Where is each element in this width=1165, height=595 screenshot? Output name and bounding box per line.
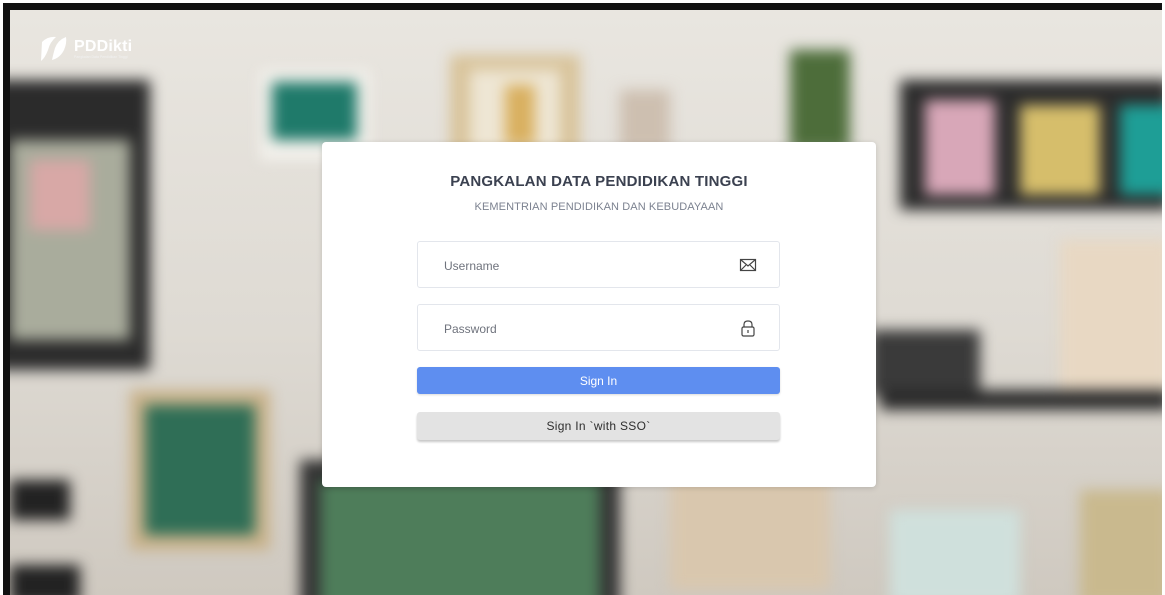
lock-icon xyxy=(741,320,755,337)
envelope-icon xyxy=(739,258,757,272)
username-field[interactable] xyxy=(417,241,780,289)
password-field[interactable] xyxy=(417,304,780,352)
sign-in-sso-button[interactable]: Sign In `with SSO` xyxy=(417,412,780,440)
username-input[interactable] xyxy=(442,242,716,289)
sign-in-button[interactable]: Sign In xyxy=(417,367,780,394)
password-input[interactable] xyxy=(442,305,716,352)
pddikti-logo-icon xyxy=(41,36,67,61)
login-card: PANGKALAN DATA PENDIDIKAN TINGGI KEMENTR… xyxy=(322,142,876,487)
pddikti-logo: PDDikti Pangkalan Data Pendidikan Tinggi xyxy=(38,34,132,64)
login-title: PANGKALAN DATA PENDIDIKAN TINGGI xyxy=(450,173,748,190)
brand-name: PDDikti xyxy=(74,38,133,55)
brand-tagline: Pangkalan Data Pendidikan Tinggi xyxy=(74,55,128,59)
login-subtitle: KEMENTRIAN PENDIDIKAN DAN KEBUDAYAAN xyxy=(474,201,724,213)
